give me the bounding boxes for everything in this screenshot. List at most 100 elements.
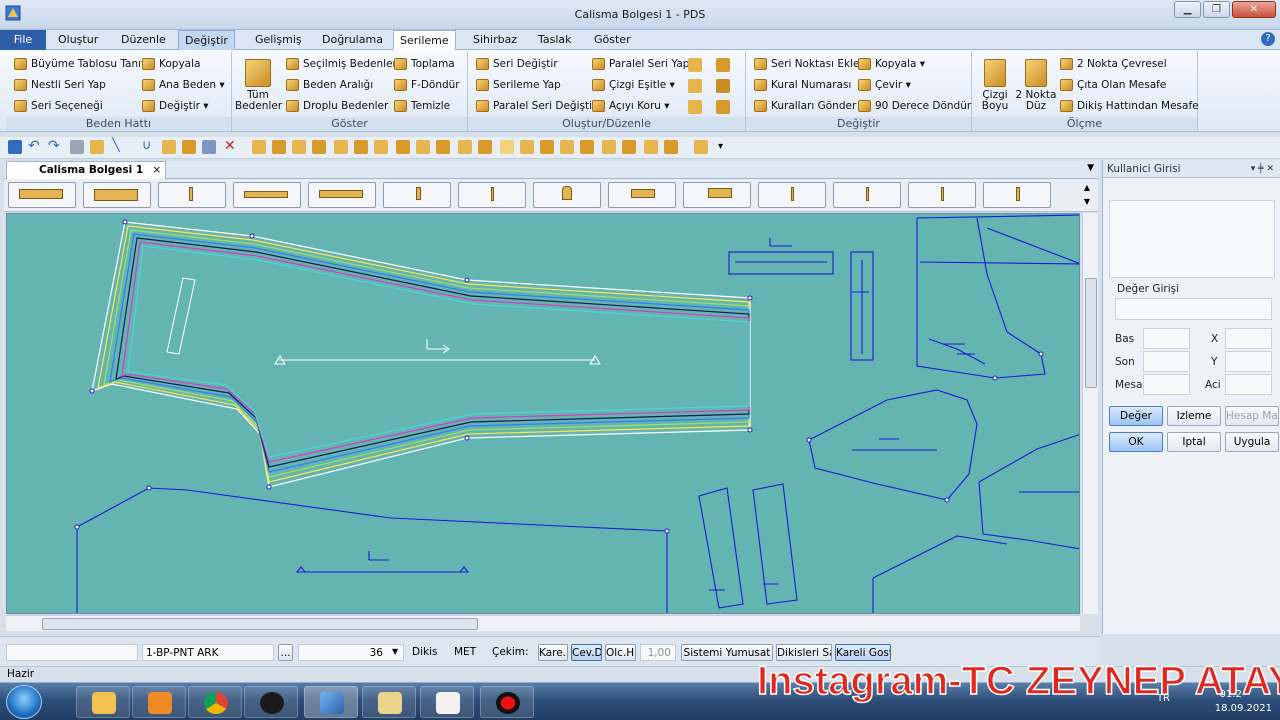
delete-icon[interactable]: ✕ — [224, 139, 238, 154]
start-button[interactable] — [6, 685, 42, 719]
taskbar-media[interactable] — [132, 686, 186, 718]
piece-thumb[interactable] — [458, 182, 526, 208]
y-input[interactable] — [1225, 351, 1272, 372]
panel-controls-icon[interactable]: ▾ ╪ ✕ — [1251, 160, 1274, 178]
value-input[interactable] — [1115, 298, 1272, 320]
vscroll-thumb[interactable] — [1085, 278, 1097, 388]
pen-tool-icon[interactable] — [202, 140, 216, 154]
line-tool-icon[interactable]: ╲ — [112, 139, 126, 154]
redo-icon[interactable]: ↷ — [48, 139, 62, 154]
minimize-button[interactable]: ▁ — [1174, 1, 1201, 18]
restore-button[interactable]: ❐ — [1203, 1, 1230, 18]
tool-icon-s[interactable] — [622, 140, 636, 154]
tool-icon-v[interactable] — [694, 140, 708, 154]
ribbon-2-nokta-cevresel[interactable]: 2 Nokta Çevresel — [1060, 55, 1167, 73]
tool-icon-d[interactable] — [312, 140, 326, 154]
grade-tool-icon-4[interactable] — [716, 79, 730, 93]
taskbar-pattern[interactable] — [362, 686, 416, 718]
add-point-tool-icon[interactable] — [162, 140, 176, 154]
ribbon-2-nokta-duz[interactable]: 2 Nokta Düz — [1014, 59, 1058, 112]
tab-dropdown-icon[interactable]: ▼ — [1087, 163, 1094, 173]
ribbon-buyume-tablosu[interactable]: Büyüme Tablosu Tanıt — [14, 55, 145, 73]
tool-icon-o[interactable] — [540, 140, 554, 154]
ribbon-toplama[interactable]: Toplama — [394, 55, 455, 73]
uygula-button[interactable]: Uygula — [1225, 432, 1279, 452]
tool-icon-q[interactable] — [580, 140, 594, 154]
canvas-horizontal-scrollbar[interactable] — [6, 615, 1080, 631]
ribbon-dikis-hattindan[interactable]: Dikiş Hattından Mesafe — [1060, 97, 1199, 115]
ribbon-seri-secenegi[interactable]: Seri Seçeneği — [14, 97, 103, 115]
open-icon[interactable] — [90, 140, 104, 154]
pattern-canvas[interactable] — [6, 213, 1080, 614]
mesafe-input[interactable] — [1143, 374, 1190, 395]
piece-thumb[interactable] — [83, 182, 151, 208]
tab-calisma-bolgesi[interactable]: Calisma Bolgesi 1 × — [6, 161, 167, 179]
ribbon-kopyala-2[interactable]: Kopyala ▾ — [858, 55, 925, 73]
aci-input[interactable] — [1225, 374, 1272, 395]
piece-name-field[interactable]: 1-BP-PNT ARK — [142, 644, 274, 661]
status-empty-field[interactable] — [6, 644, 138, 661]
save-icon[interactable] — [8, 140, 22, 154]
undo-icon[interactable]: ↶ — [28, 139, 42, 154]
curve-tool-icon[interactable]: ∪ — [142, 139, 156, 154]
grade-tool-icon-1[interactable] — [688, 58, 702, 72]
piece-thumb[interactable] — [983, 182, 1051, 208]
piece-browse-button[interactable]: ... — [278, 644, 293, 661]
print-icon[interactable] — [70, 140, 84, 154]
piece-thumb[interactable] — [608, 182, 676, 208]
ribbon-paralel-seri-degistir[interactable]: Paralel Seri Değiştir — [476, 97, 596, 115]
hscroll-thumb[interactable] — [42, 618, 478, 630]
menu-duzenle[interactable]: Düzenle — [115, 30, 172, 50]
tool-icon-g[interactable] — [374, 140, 388, 154]
menu-gelismis[interactable]: Gelişmiş — [249, 30, 308, 50]
piece-thumb[interactable] — [758, 182, 826, 208]
size-dropdown-icon[interactable]: ▼ — [392, 644, 398, 661]
ribbon-cizgi-esitle[interactable]: Çizgi Eşitle ▾ — [592, 76, 675, 94]
menu-degistir[interactable]: Değiştir — [178, 30, 235, 50]
taskbar-explorer[interactable] — [76, 686, 130, 718]
tool-icon-n[interactable] — [520, 140, 534, 154]
ribbon-degistir[interactable]: Değiştir ▾ — [142, 97, 209, 115]
taskbar-loader[interactable] — [244, 686, 298, 718]
ribbon-cevir[interactable]: Çevir ▾ — [858, 76, 911, 94]
bas-input[interactable] — [1143, 328, 1190, 349]
ribbon-kopyala[interactable]: Kopyala — [142, 55, 200, 73]
piece-thumb[interactable] — [158, 182, 226, 208]
ribbon-serileme-yap[interactable]: Serileme Yap — [476, 76, 561, 94]
tool-icon-k[interactable] — [458, 140, 472, 154]
edit-tool-icon[interactable] — [182, 140, 196, 154]
piece-thumb[interactable] — [908, 182, 976, 208]
taskbar-pds[interactable] — [304, 686, 358, 718]
ribbon-aciyi-koru[interactable]: Açıyı Koru ▾ — [592, 97, 670, 115]
grade-tool-icon-3[interactable] — [688, 79, 702, 93]
izleme-button[interactable]: Izleme — [1167, 406, 1221, 426]
son-input[interactable] — [1143, 351, 1190, 372]
kare-d-button[interactable]: Kare.D — [538, 644, 568, 661]
ribbon-cita-olan-mesafe[interactable]: Çıta Olan Mesafe — [1060, 76, 1166, 94]
menu-serileme[interactable]: Serileme — [393, 30, 456, 51]
deger-button[interactable]: Değer — [1109, 406, 1163, 426]
olc-h-button[interactable]: Olc.H. — [605, 644, 636, 661]
ribbon-ana-beden[interactable]: Ana Beden ▾ — [142, 76, 225, 94]
thumb-scroll-arrows[interactable]: ▲ ▼ — [1084, 181, 1090, 209]
ribbon-tum-bedenler[interactable]: Tüm Bedenler — [235, 59, 282, 112]
ribbon-f-dondur[interactable]: F-Döndür — [394, 76, 460, 94]
ribbon-cizgi-boyu[interactable]: Çizgi Boyu — [978, 59, 1012, 112]
ribbon-beden-araligi[interactable]: Beden Aralığı — [286, 76, 373, 94]
close-button[interactable]: ✕ — [1232, 1, 1276, 18]
tool-icon-e[interactable] — [334, 140, 348, 154]
piece-thumb[interactable] — [233, 182, 301, 208]
tool-icon-i[interactable] — [416, 140, 430, 154]
taskbar-tool[interactable] — [420, 686, 474, 718]
menu-file[interactable]: File — [0, 30, 46, 50]
ribbon-nestli-seri[interactable]: Nestli Seri Yap — [14, 76, 106, 94]
cekim-value-field[interactable]: 1,00 — [640, 644, 676, 661]
ribbon-paralel-seri-yap[interactable]: Paralel Seri Yap — [592, 55, 689, 73]
tool-icon-c[interactable] — [292, 140, 306, 154]
tool-icon-l[interactable] — [478, 140, 492, 154]
ribbon-secilmis-bedenler[interactable]: Seçilmiş Bedenler — [286, 55, 397, 73]
tool-icon-p[interactable] — [560, 140, 574, 154]
menu-taslak[interactable]: Taslak — [532, 30, 578, 50]
ribbon-seri-noktasi-ekle[interactable]: Seri Noktası Ekle — [754, 55, 859, 73]
iptal-button[interactable]: Iptal — [1167, 432, 1221, 452]
